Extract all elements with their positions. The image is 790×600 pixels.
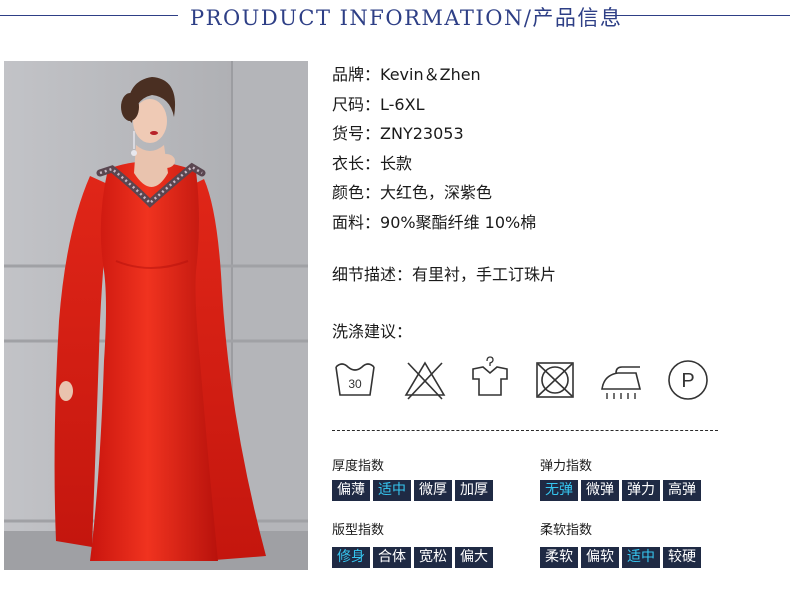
elasticity-index-title: 弹力指数 — [540, 459, 593, 474]
fit-chip-selected: 修身 — [332, 547, 370, 568]
softness-index-title: 柔软指数 — [540, 523, 593, 538]
thickness-chip: 加厚 — [455, 480, 493, 501]
thickness-chip: 微厚 — [414, 480, 452, 501]
fit-index-chips: 修身 合体 宽松 偏大 — [332, 547, 493, 568]
softness-chip: 偏软 — [581, 547, 619, 568]
section-divider — [332, 430, 718, 431]
do-not-tumble-dry-icon — [536, 362, 574, 398]
thickness-chip: 偏薄 — [332, 480, 370, 501]
fit-chip: 偏大 — [455, 547, 493, 568]
softness-chip: 较硬 — [663, 547, 701, 568]
info-row-size: 尺码：L-6XL — [332, 94, 536, 124]
info-label: 颜色： — [332, 183, 381, 202]
care-icons: 30 P — [332, 355, 722, 411]
thickness-index-chips: 偏薄 适中 微厚 加厚 — [332, 480, 493, 501]
info-row-brand: 品牌：Kevin＆Zhen — [332, 64, 536, 94]
info-label: 面料： — [332, 212, 381, 232]
fit-index-title: 版型指数 — [332, 523, 385, 538]
header-rule-right — [612, 15, 790, 16]
info-value: L-6XL — [380, 94, 425, 114]
fit-chip: 宽松 — [414, 547, 452, 568]
info-row-color: 颜色：大红色，深紫色 — [332, 182, 536, 212]
detail-description: 细节描述：有里衬，手工订珠片 — [332, 261, 556, 285]
info-value: Kevin＆Zhen — [380, 65, 481, 84]
info-row-item-no: 货号：ZNY23053 — [332, 123, 536, 153]
elasticity-chip: 弹力 — [622, 480, 660, 501]
info-value: ZNY23053 — [380, 124, 464, 143]
elasticity-chip-selected: 无弹 — [540, 480, 578, 501]
info-row-fabric: 面料：90%聚酯纤维 10%棉 — [332, 212, 536, 242]
info-value: 长款 — [380, 153, 413, 173]
elasticity-index-chips: 无弹 微弹 弹力 高弹 — [540, 480, 701, 501]
product-info-list: 品牌：Kevin＆Zhen 尺码：L-6XL 货号：ZNY23053 衣长：长款… — [332, 64, 536, 241]
info-label: 货号： — [332, 124, 381, 143]
product-photo — [4, 61, 308, 570]
hang-dry-icon — [472, 356, 508, 396]
wash-30-icon: 30 — [335, 363, 375, 396]
softness-chip-selected: 适中 — [622, 547, 660, 568]
detail-value: 有里衬，手工订珠片 — [412, 265, 557, 284]
thickness-index-title: 厚度指数 — [332, 459, 385, 474]
wash-temp-label: 30 — [348, 377, 362, 391]
softness-chip: 柔软 — [540, 547, 578, 568]
info-value: 90%聚酯纤维 10%棉 — [380, 212, 537, 232]
info-label: 品牌： — [332, 65, 381, 84]
elasticity-chip: 微弹 — [581, 480, 619, 501]
header-rule-left — [0, 15, 178, 16]
dry-clean-p-icon: P — [668, 360, 708, 400]
info-label: 衣长： — [332, 153, 381, 173]
info-value: 大红色，深紫色 — [380, 183, 493, 202]
info-label: 尺码： — [332, 94, 381, 114]
dry-clean-letter: P — [681, 370, 694, 392]
steam-iron-icon — [601, 366, 642, 399]
thickness-chip-selected: 适中 — [373, 480, 411, 501]
do-not-bleach-icon — [404, 361, 446, 400]
fit-chip: 合体 — [373, 547, 411, 568]
softness-index-chips: 柔软 偏软 适中 较硬 — [540, 547, 701, 568]
info-row-length: 衣长：长款 — [332, 153, 536, 183]
care-title: 洗涤建议： — [332, 322, 413, 341]
elasticity-chip: 高弹 — [663, 480, 701, 501]
page-title: PROUDUCT INFORMATION/产品信息 — [190, 6, 623, 30]
detail-label: 细节描述： — [332, 265, 413, 284]
